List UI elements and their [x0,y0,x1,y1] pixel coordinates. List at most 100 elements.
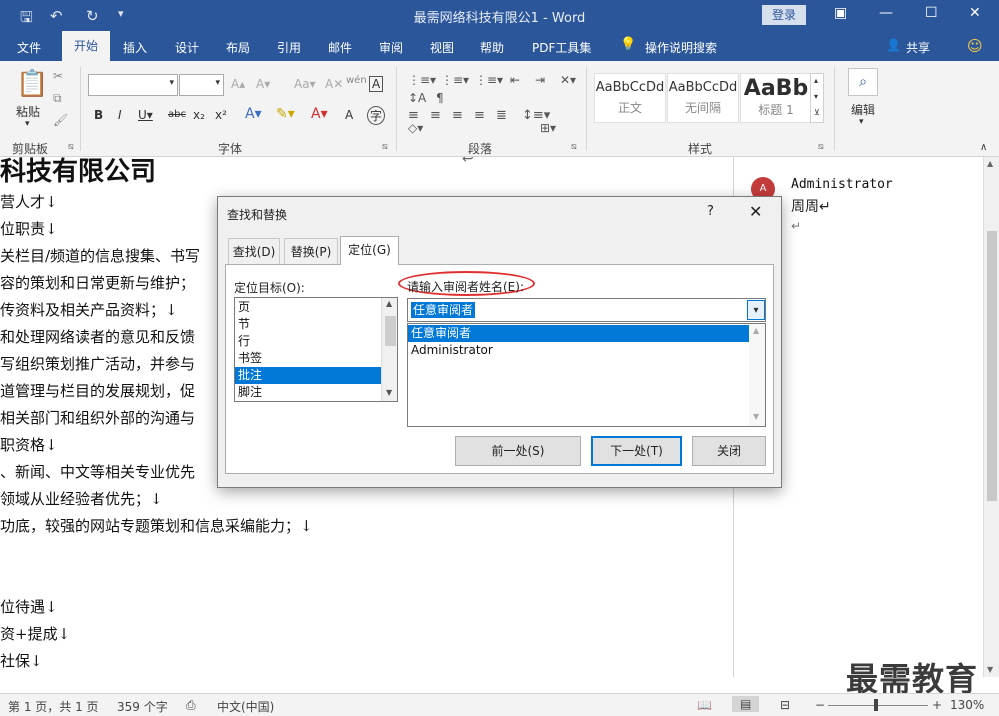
distributed-icon[interactable]: ≣ [496,108,507,123]
editing-dropdown-icon[interactable]: ▾ [859,117,864,127]
align-right-icon[interactable]: ≡ [452,108,463,123]
help-icon[interactable]: ? [707,204,714,219]
language[interactable]: 中文(中国) [217,698,274,715]
collapse-ribbon-icon[interactable]: ∧ [980,142,987,153]
zoom-out-icon[interactable]: − [815,698,825,712]
highlight-icon[interactable]: ✎▾ [276,106,295,122]
list-scrollbar[interactable]: ▲ ▼ [749,324,765,426]
show-marks-icon[interactable]: ¶ [436,91,444,105]
scroll-up-icon[interactable]: ▲ [386,299,392,308]
font-name-combo[interactable]: ▾ [88,74,178,96]
multilevel-list-icon[interactable]: ⋮≡▾ [475,73,503,87]
close-button[interactable]: 关闭 [692,436,766,466]
list-item-selected[interactable]: 任意审阅者 [408,325,749,342]
increase-indent-icon[interactable]: ⇥ [535,73,545,87]
shading-icon[interactable]: ◇▾ [408,121,423,135]
scroll-thumb[interactable] [987,231,997,501]
editing-button[interactable]: 编辑 [851,101,875,118]
clear-format-icon[interactable]: A✕ [325,77,343,91]
copy-icon[interactable]: ⧉ [53,91,62,106]
tab-help[interactable]: 帮助 [480,39,504,56]
paste-icon[interactable]: 📋 [16,69,48,99]
web-layout-icon[interactable]: ⊟ [780,698,790,712]
font-size-combo[interactable]: ▾ [179,74,224,96]
read-mode-icon[interactable]: 📖 [697,698,712,712]
format-painter-icon[interactable]: 🖌 [53,113,68,127]
scroll-down-icon[interactable]: ▼ [386,388,392,397]
scroll-up-icon[interactable]: ▲ [987,159,993,168]
text-effects-icon[interactable]: A▾ [245,106,262,122]
goto-target-list[interactable]: 页 节 行 书签 批注 脚注 ▲ ▼ [234,297,398,402]
find-icon[interactable]: ⌕ [848,68,878,96]
scroll-down-icon[interactable]: ▼ [987,665,993,674]
style-heading-1[interactable]: AaBb 标题 1 [740,73,812,123]
tab-find[interactable]: 查找(D) [228,238,280,264]
list-item[interactable]: Administrator [408,342,749,359]
styles-scroll[interactable]: ▴ ▾ ⊻ [810,73,824,123]
sort-icon[interactable]: ↕A [408,91,426,105]
enclose-char-icon[interactable]: 字 [367,106,386,125]
reviewer-input[interactable]: 任意审阅者 [411,302,476,318]
tab-review[interactable]: 审阅 [379,39,403,56]
scroll-down-icon[interactable]: ▼ [753,412,759,421]
justify-icon[interactable]: ≡ [474,108,485,123]
comment-text[interactable]: 周周↵ [791,196,831,216]
change-case-icon[interactable]: Aa▾ [294,77,316,91]
window-close-icon[interactable]: ✕ [969,5,981,21]
underline-icon[interactable]: U▾ [138,108,153,122]
cut-icon[interactable]: ✂ [53,69,63,83]
scroll-thumb[interactable] [385,316,396,346]
clipboard-launcher-icon[interactable]: ⧅ [68,142,74,152]
tab-view[interactable]: 视图 [430,39,454,56]
tab-insert[interactable]: 插入 [123,39,147,56]
font-color-icon[interactable]: A▾ [311,106,328,122]
paragraph-launcher-icon[interactable]: ⧅ [571,142,577,152]
list-item[interactable]: 节 [235,316,381,333]
proofing-icon[interactable]: ⎙ [186,698,196,713]
decrease-indent-icon[interactable]: ⇤ [510,73,520,87]
superscript-icon[interactable]: x² [215,108,227,122]
tab-replace[interactable]: 替换(P) [284,238,338,264]
smiley-icon[interactable]: ☺ [967,37,983,55]
phonetic-guide-icon[interactable]: wén [346,75,367,86]
list-item[interactable]: 书签 [235,350,381,367]
tell-me-search[interactable]: 操作说明搜索 [645,39,717,56]
login-button[interactable]: 登录 [762,5,806,25]
close-icon[interactable]: ✕ [749,202,762,221]
char-shading-icon[interactable]: A [345,108,353,122]
page-count[interactable]: 第 1 页，共 1 页 [8,698,99,715]
styles-launcher-icon[interactable]: ⧅ [818,142,824,152]
align-center-icon[interactable]: ≡ [430,108,441,123]
tab-goto[interactable]: 定位(G) [340,236,399,265]
zoom-in-icon[interactable]: + [932,698,942,712]
tab-design[interactable]: 设计 [175,39,199,56]
bold-icon[interactable]: B [94,108,103,122]
reviewer-list[interactable]: 任意审阅者 Administrator ▲ ▼ [407,323,766,427]
word-count[interactable]: 359 个字 [117,698,168,715]
subscript-icon[interactable]: x₂ [193,108,205,122]
list-item-selected[interactable]: 批注 [235,367,381,384]
borders-icon[interactable]: ⊞▾ [540,121,556,135]
zoom-level[interactable]: 130% [950,698,984,712]
tab-home[interactable]: 开始 [62,31,110,61]
previous-button[interactable]: 前一处(S) [455,436,581,466]
zoom-slider[interactable] [828,705,928,706]
tab-mailings[interactable]: 邮件 [328,39,352,56]
tab-pdf-tools[interactable]: PDF工具集 [532,39,591,56]
next-button[interactable]: 下一处(T) [591,436,682,466]
list-scrollbar[interactable]: ▲ ▼ [381,298,397,401]
char-border-icon[interactable]: A [369,76,384,92]
list-item[interactable]: 行 [235,333,381,350]
scroll-up-icon[interactable]: ▲ [753,326,759,335]
tab-file[interactable]: 文件 [17,39,41,56]
vertical-scrollbar[interactable]: ▲ ▼ [983,157,999,677]
list-item[interactable]: 脚注 [235,384,381,401]
grow-font-icon[interactable]: A▴ [231,77,245,91]
chinese-layout-icon[interactable]: ✕▾ [560,73,576,87]
font-launcher-icon[interactable]: ⧅ [382,142,388,152]
numbering-icon[interactable]: ⋮≡▾ [441,73,469,87]
paste-button[interactable]: 粘贴 [16,103,40,120]
ribbon-display-icon[interactable]: ▣ [834,5,847,21]
shrink-font-icon[interactable]: A▾ [256,77,270,91]
paste-dropdown-icon[interactable]: ▾ [25,119,30,129]
